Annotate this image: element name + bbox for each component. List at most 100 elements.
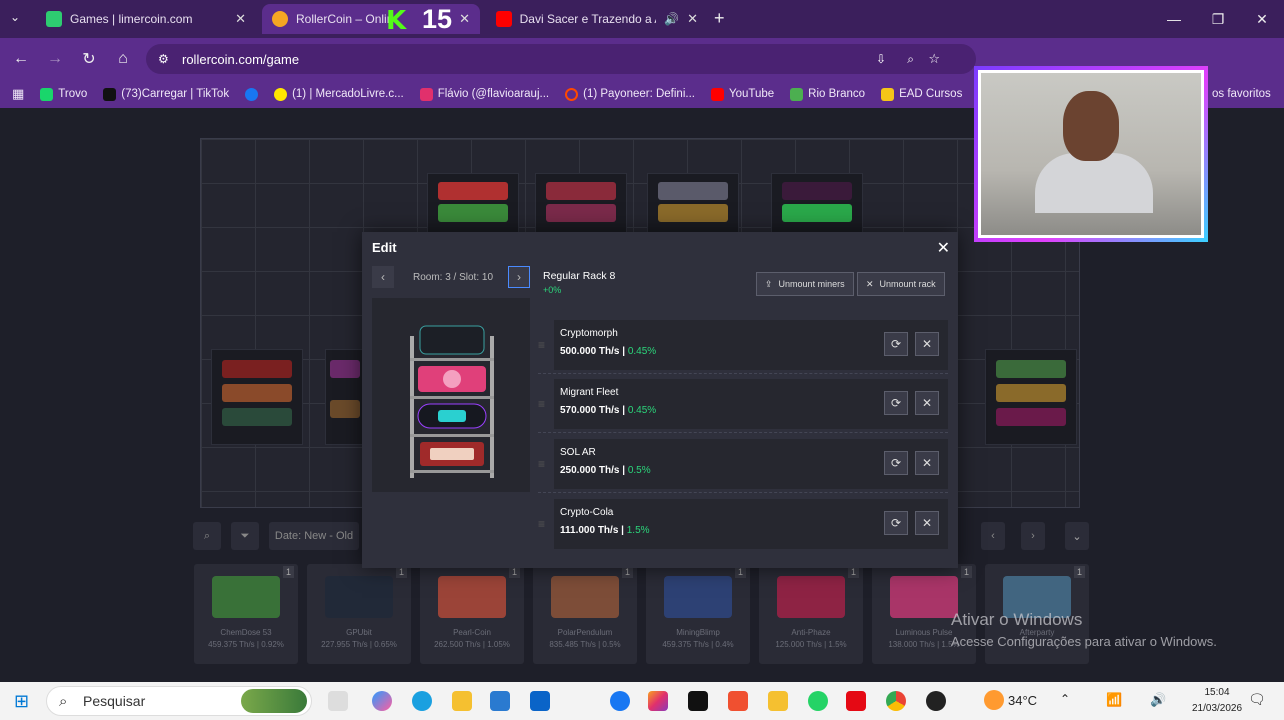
tab-youtube[interactable]: Davi Sacer e Trazendo a Arc 🔊 ✕ (486, 4, 708, 34)
instagram-app-icon[interactable] (648, 691, 668, 711)
miner-image (551, 576, 619, 618)
inventory-item[interactable]: 1 GPUbit 227.955 Th/s | 0.65% (307, 564, 411, 664)
prev-slot-button[interactable]: ‹ (372, 266, 394, 288)
minimize-button[interactable]: — (1152, 0, 1196, 38)
room-rack[interactable] (647, 173, 739, 233)
swap-miner-icon[interactable]: ⟳ (884, 451, 908, 475)
store-icon[interactable] (490, 691, 510, 711)
obs-icon[interactable] (926, 691, 946, 711)
file-explorer-icon[interactable] (452, 691, 472, 711)
all-bookmarks[interactable]: os favoritos (1212, 88, 1271, 100)
unmount-miners-button[interactable]: ⇪ Unmount miners (756, 272, 854, 296)
inventory-prev-icon[interactable]: ‹ (981, 522, 1005, 550)
whatsapp-icon[interactable] (808, 691, 828, 711)
windows-start-icon[interactable]: ⊞ (14, 691, 29, 712)
notifications-icon[interactable]: 🗨 (1248, 691, 1266, 708)
room-rack[interactable] (427, 173, 519, 233)
site-settings-icon[interactable]: ⚙ (158, 52, 169, 66)
sort-dropdown[interactable]: Date: New - Old (269, 522, 359, 550)
bookmark-instagram[interactable]: Flávio (@flavioarauj... (419, 87, 549, 101)
close-dialog-icon[interactable]: ✕ (937, 238, 950, 258)
network-icon[interactable]: 📶 (1106, 692, 1122, 708)
apps-icon[interactable]: ▦ (12, 86, 24, 102)
room-rack[interactable] (535, 173, 627, 233)
bookmark-star-icon[interactable]: ☆ (928, 51, 940, 67)
tab-games[interactable]: Games | limercoin.com ✕ (36, 4, 256, 34)
reload-icon[interactable]: ↻ (78, 48, 100, 70)
new-tab-button[interactable]: + (714, 8, 725, 29)
tray-expand-icon[interactable]: ⌃ (1060, 692, 1070, 706)
room-rack[interactable] (771, 173, 863, 233)
back-icon[interactable]: ← (10, 48, 32, 70)
next-slot-button[interactable]: › (508, 266, 530, 288)
temperature[interactable]: 34°C (1008, 693, 1037, 708)
forward-icon[interactable]: → (44, 48, 66, 70)
bookmark-mercadolivre[interactable]: (1) | MercadoLivre.c... (274, 87, 404, 101)
mercadolivre-icon (274, 87, 288, 101)
chrome-icon[interactable] (886, 691, 906, 711)
install-icon[interactable]: ⇩ (876, 52, 886, 66)
bookmark-payoneer[interactable]: (1) Payoneer: Defini... (565, 87, 695, 101)
inventory-item[interactable]: 1 MiningBlimp 459.375 Th/s | 0.4% (646, 564, 750, 664)
miner-image (325, 576, 393, 618)
copilot-icon[interactable] (372, 691, 392, 711)
maximize-button[interactable]: ❐ (1196, 0, 1240, 38)
inventory-search-icon[interactable]: ⌕ (193, 522, 221, 550)
inventory-collapse-icon[interactable]: ⌄ (1065, 522, 1089, 550)
taskbar-search[interactable]: ⌕ Pesquisar (46, 686, 312, 716)
tab-search-icon[interactable]: ⌄ (10, 10, 20, 24)
x-app-icon[interactable] (688, 691, 708, 711)
inventory-next-icon[interactable]: › (1021, 522, 1045, 550)
tab-close-icon[interactable]: ✕ (459, 11, 470, 27)
remove-miner-icon[interactable]: ✕ (915, 332, 939, 356)
inventory-item[interactable]: 1 Anti-Phaze 125.000 Th/s | 1.5% (759, 564, 863, 664)
shopee-icon[interactable] (728, 691, 748, 711)
miner-row: ≡ SOL AR 250.000 Th/s | 0.5% ⟳ ✕ (538, 439, 948, 495)
tab-close-icon[interactable]: ✕ (235, 11, 246, 27)
address-bar[interactable]: ⚙ rollercoin.com/game ⇩ ⌕ ☆ (146, 44, 976, 74)
swap-miner-icon[interactable]: ⟳ (884, 332, 908, 356)
drag-handle-icon[interactable]: ≡ (538, 338, 545, 352)
taskbar-clock[interactable]: 15:04 21/03/2026 (1192, 685, 1242, 717)
unmount-rack-label: Unmount rack (879, 279, 936, 289)
edit-rack-dialog: Edit ✕ ‹ Room: 3 / Slot: 10 › Regular Ra… (362, 232, 958, 568)
outlook-icon[interactable] (530, 691, 550, 711)
remove-miner-icon[interactable]: ✕ (915, 511, 939, 535)
home-icon[interactable]: ⌂ (112, 48, 134, 70)
bookmark-trovo[interactable]: Trovo (40, 87, 87, 101)
task-view-icon[interactable] (328, 691, 348, 711)
inventory-item[interactable]: 1 Pearl-Coin 262.500 Th/s | 1.05% (420, 564, 524, 664)
swap-miner-icon[interactable]: ⟳ (884, 511, 908, 535)
audio-playing-icon[interactable]: 🔊 (664, 12, 679, 26)
unmount-rack-button[interactable]: ✕ Unmount rack (857, 272, 945, 296)
bookmark-ead-cursos[interactable]: EAD Cursos (881, 87, 962, 101)
notes-icon[interactable] (768, 691, 788, 711)
netflix-icon[interactable] (846, 691, 866, 711)
room-rack[interactable] (325, 349, 365, 445)
bookmark-youtube[interactable]: YouTube (710, 87, 774, 101)
tab-close-icon[interactable]: ✕ (687, 11, 698, 27)
room-rack[interactable] (211, 349, 303, 445)
close-window-button[interactable]: ✕ (1240, 0, 1284, 38)
bookmark-tiktok[interactable]: (73)Carregar | TikTok (103, 87, 229, 101)
inventory-item[interactable]: 1 ChemDose 53 459.375 Th/s | 0.92% (194, 564, 298, 664)
miner-image (212, 576, 280, 618)
remove-miner-icon[interactable]: ✕ (915, 391, 939, 415)
inventory-item[interactable]: 1 PolarPendulum 835.485 Th/s | 0.5% (533, 564, 637, 664)
edge-icon[interactable] (412, 691, 432, 711)
bookmark-rio-branco[interactable]: Rio Branco (790, 87, 865, 101)
zoom-icon[interactable]: ⌕ (907, 52, 914, 67)
remove-miner-icon[interactable]: ✕ (915, 451, 939, 475)
drag-handle-icon[interactable]: ≡ (538, 397, 545, 411)
item-count: 1 (282, 566, 294, 578)
drag-handle-icon[interactable]: ≡ (538, 517, 545, 531)
filter-icon[interactable]: ⏷ (231, 522, 259, 550)
item-power: 125.000 Th/s | 1.5% (775, 640, 847, 649)
drag-handle-icon[interactable]: ≡ (538, 457, 545, 471)
room-rack[interactable] (985, 349, 1077, 445)
swap-miner-icon[interactable]: ⟳ (884, 391, 908, 415)
volume-icon[interactable]: 🔊 (1150, 692, 1166, 708)
bookmark-facebook[interactable] (245, 87, 259, 101)
weather-icon[interactable] (984, 690, 1004, 710)
facebook-app-icon[interactable] (610, 691, 630, 711)
